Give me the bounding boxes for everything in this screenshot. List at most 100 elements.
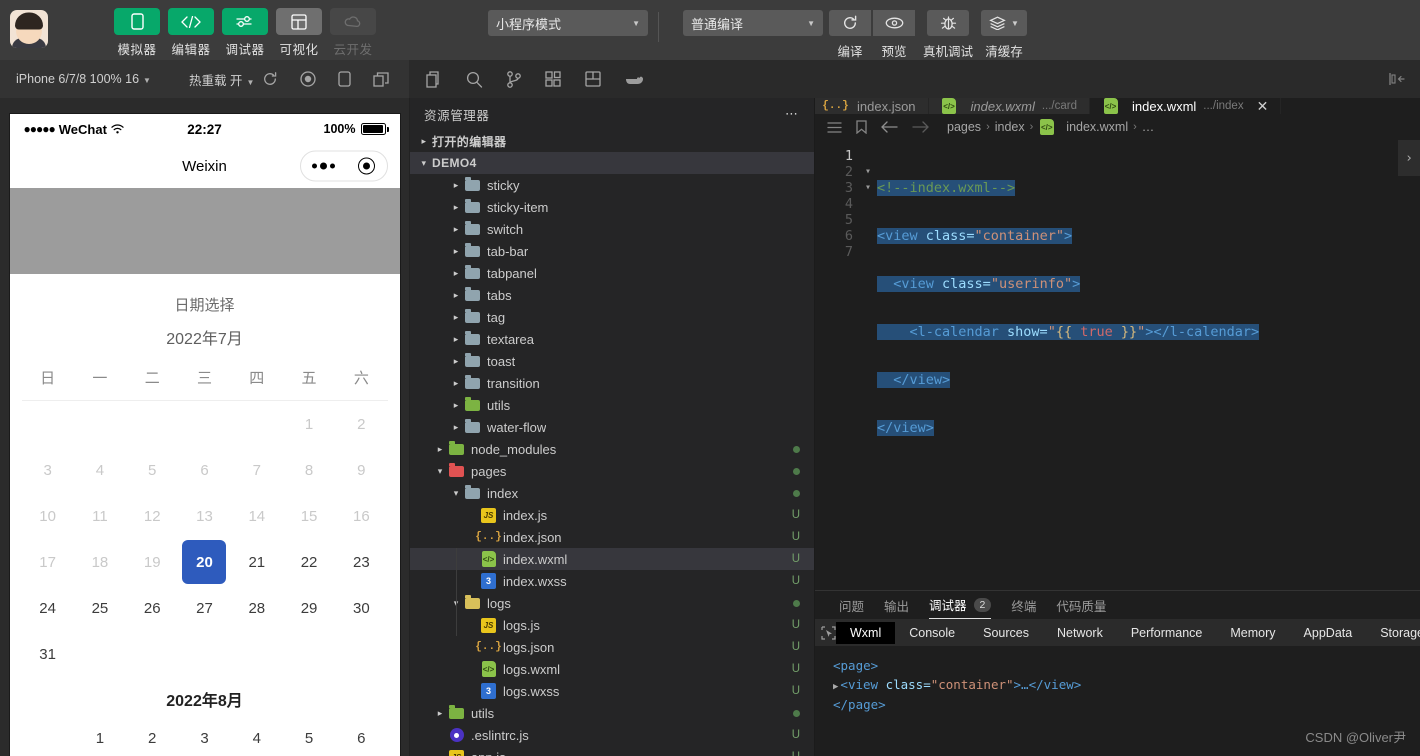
devtools-tab-memory[interactable]: Memory <box>1216 622 1289 644</box>
tree-row[interactable]: utils <box>410 702 814 724</box>
calendar-day-7[interactable]: 7 <box>231 447 283 493</box>
source-control-icon[interactable] <box>507 70 521 88</box>
fold-toggle-icon[interactable]: ▾ <box>859 164 877 180</box>
search-icon[interactable] <box>466 71 483 88</box>
calendar-next-day-5[interactable]: 5 <box>283 715 335 756</box>
calendar-day-15[interactable]: 15 <box>283 493 335 539</box>
collapse-panel-icon[interactable] <box>1388 72 1420 86</box>
debug-tab-1[interactable]: 输出 <box>884 591 909 619</box>
files-icon[interactable] <box>426 70 442 88</box>
calendar-day-21[interactable]: 21 <box>231 539 283 585</box>
back-arrow-icon[interactable] <box>881 121 898 133</box>
target-circle-icon[interactable] <box>358 157 375 175</box>
code-editor[interactable]: 1234567 ▾ ▾ <!--index.wxml--> <view class… <box>815 140 1420 590</box>
devtools-tab-console[interactable]: Console <box>895 622 969 644</box>
calendar-day-14[interactable]: 14 <box>231 493 283 539</box>
code-content[interactable]: <!--index.wxml--> <view class="container… <box>877 140 1420 590</box>
chevron-right-icon[interactable] <box>432 708 448 719</box>
calendar-day-22[interactable]: 22 <box>283 539 335 585</box>
calendar-day-23[interactable]: 23 <box>335 539 387 585</box>
docker-icon[interactable] <box>625 73 643 85</box>
tree-row[interactable]: tab-bar <box>410 240 814 262</box>
mode-select-dropdown[interactable]: 小程序模式 ▼ <box>488 10 648 36</box>
forward-arrow-icon[interactable] <box>912 121 929 133</box>
calendar-day-28[interactable]: 28 <box>231 585 283 631</box>
editor-tab-2[interactable]: </> index.wxml .../index ✕ <box>1090 98 1282 114</box>
calendar-day-10[interactable]: 10 <box>22 493 74 539</box>
calendar-day-25[interactable]: 25 <box>74 585 126 631</box>
mode-button-debugger[interactable]: 调试器 <box>222 8 268 58</box>
mode-button-cloud[interactable]: 云开发 <box>330 8 376 58</box>
compile-button[interactable]: 编译 <box>829 10 871 60</box>
mode-button-visual[interactable]: 可视化 <box>276 8 322 58</box>
breadcrumb-trail[interactable]: pages › index › </> index.wxml ›… <box>947 119 1154 135</box>
outline-icon[interactable] <box>827 121 842 134</box>
tree-row[interactable]: pages <box>410 460 814 482</box>
chevron-right-icon[interactable] <box>448 246 464 257</box>
chevron-right-icon[interactable] <box>448 268 464 279</box>
tree-row[interactable]: index <box>410 482 814 504</box>
tree-row[interactable]: </> logs.wxml U <box>410 658 814 680</box>
tree-row[interactable]: water-flow <box>410 416 814 438</box>
more-dots-icon[interactable] <box>312 162 335 170</box>
calendar-day-20[interactable]: 20 <box>178 539 230 585</box>
extensions-icon[interactable] <box>545 71 561 87</box>
devtools-tab-list[interactable]: Wxml Console Sources Network Performance Memo… <box>836 621 1420 644</box>
tree-row[interactable]: JS index.js U <box>410 504 814 526</box>
breadcrumb-item-3[interactable]: … <box>1142 120 1155 134</box>
tree-row[interactable]: {..} logs.json U <box>410 636 814 658</box>
tree-row[interactable]: utils <box>410 394 814 416</box>
tree-row[interactable]: JS app.js U <box>410 746 814 756</box>
calendar-day-17[interactable]: 17 <box>22 539 74 585</box>
expand-arrow-icon[interactable]: ▶ <box>833 682 838 692</box>
chevron-right-icon[interactable] <box>448 224 464 235</box>
chevron-down-icon[interactable] <box>432 466 448 477</box>
tree-row[interactable]: 3 logs.wxss U <box>410 680 814 702</box>
fold-gutter[interactable]: ▾ ▾ <box>859 140 877 590</box>
chevron-right-icon[interactable] <box>448 180 464 191</box>
calendar-day-1[interactable]: 1 <box>283 401 335 447</box>
tree-row[interactable]: tabs <box>410 284 814 306</box>
chevron-right-icon[interactable] <box>448 356 464 367</box>
calendar-next-day-6[interactable]: 6 <box>335 715 387 756</box>
calendar-day-12[interactable]: 12 <box>126 493 178 539</box>
calendar-day-27[interactable]: 27 <box>178 585 230 631</box>
calendar-day-9[interactable]: 9 <box>335 447 387 493</box>
breadcrumb-item-0[interactable]: pages <box>947 120 981 134</box>
calendar-day-3[interactable]: 3 <box>22 447 74 493</box>
device-select[interactable]: iPhone 6/7/8 100% 16 ▼ <box>0 72 151 86</box>
calendar-next-day-1[interactable]: 1 <box>74 715 126 756</box>
debug-panel-tabs[interactable]: 问题 输出 调试器 2 终端 代码质量 <box>815 591 1420 619</box>
weixin-capsule[interactable] <box>299 150 388 182</box>
editor-tab-1[interactable]: </> index.wxml .../card <box>928 98 1090 114</box>
devtools-tab-network[interactable]: Network <box>1043 622 1117 644</box>
calendar-day-18[interactable]: 18 <box>74 539 126 585</box>
record-icon[interactable] <box>300 71 316 87</box>
tree-row[interactable]: logs <box>410 592 814 614</box>
chevron-right-icon[interactable] <box>448 334 464 345</box>
calendar-next-day-4[interactable]: 4 <box>231 715 283 756</box>
chevron-right-icon[interactable] <box>448 422 464 433</box>
layout-icon[interactable] <box>585 71 601 87</box>
tree-row[interactable]: tag <box>410 306 814 328</box>
calendar-day-30[interactable]: 30 <box>335 585 387 631</box>
tree-row[interactable]: {..} index.json U <box>410 526 814 548</box>
chevron-right-icon[interactable] <box>448 202 464 213</box>
calendar-day-6[interactable]: 6 <box>178 447 230 493</box>
hot-reload-select[interactable]: 热重载 开 ▼ <box>151 70 254 89</box>
devtools-tab-performance[interactable]: Performance <box>1117 622 1217 644</box>
chevron-right-icon[interactable] <box>448 378 464 389</box>
chevron-right-icon[interactable] <box>448 290 464 301</box>
user-avatar[interactable] <box>10 10 48 48</box>
real-device-debug-button[interactable]: 真机调试 <box>923 10 973 60</box>
file-tree[interactable]: sticky sticky-item switch tab-bar tabpanel ta… <box>410 174 814 756</box>
calendar-day-19[interactable]: 19 <box>126 539 178 585</box>
calendar-day-31[interactable]: 31 <box>22 631 74 677</box>
calendar-day-11[interactable]: 11 <box>74 493 126 539</box>
explorer-more-icon[interactable]: ⋯ <box>785 106 800 122</box>
tree-row[interactable]: .eslintrc.js U <box>410 724 814 746</box>
chevron-right-icon[interactable] <box>432 444 448 455</box>
project-section[interactable]: DEMO4 <box>410 152 814 174</box>
tree-row[interactable]: textarea <box>410 328 814 350</box>
tree-row[interactable]: tabpanel <box>410 262 814 284</box>
